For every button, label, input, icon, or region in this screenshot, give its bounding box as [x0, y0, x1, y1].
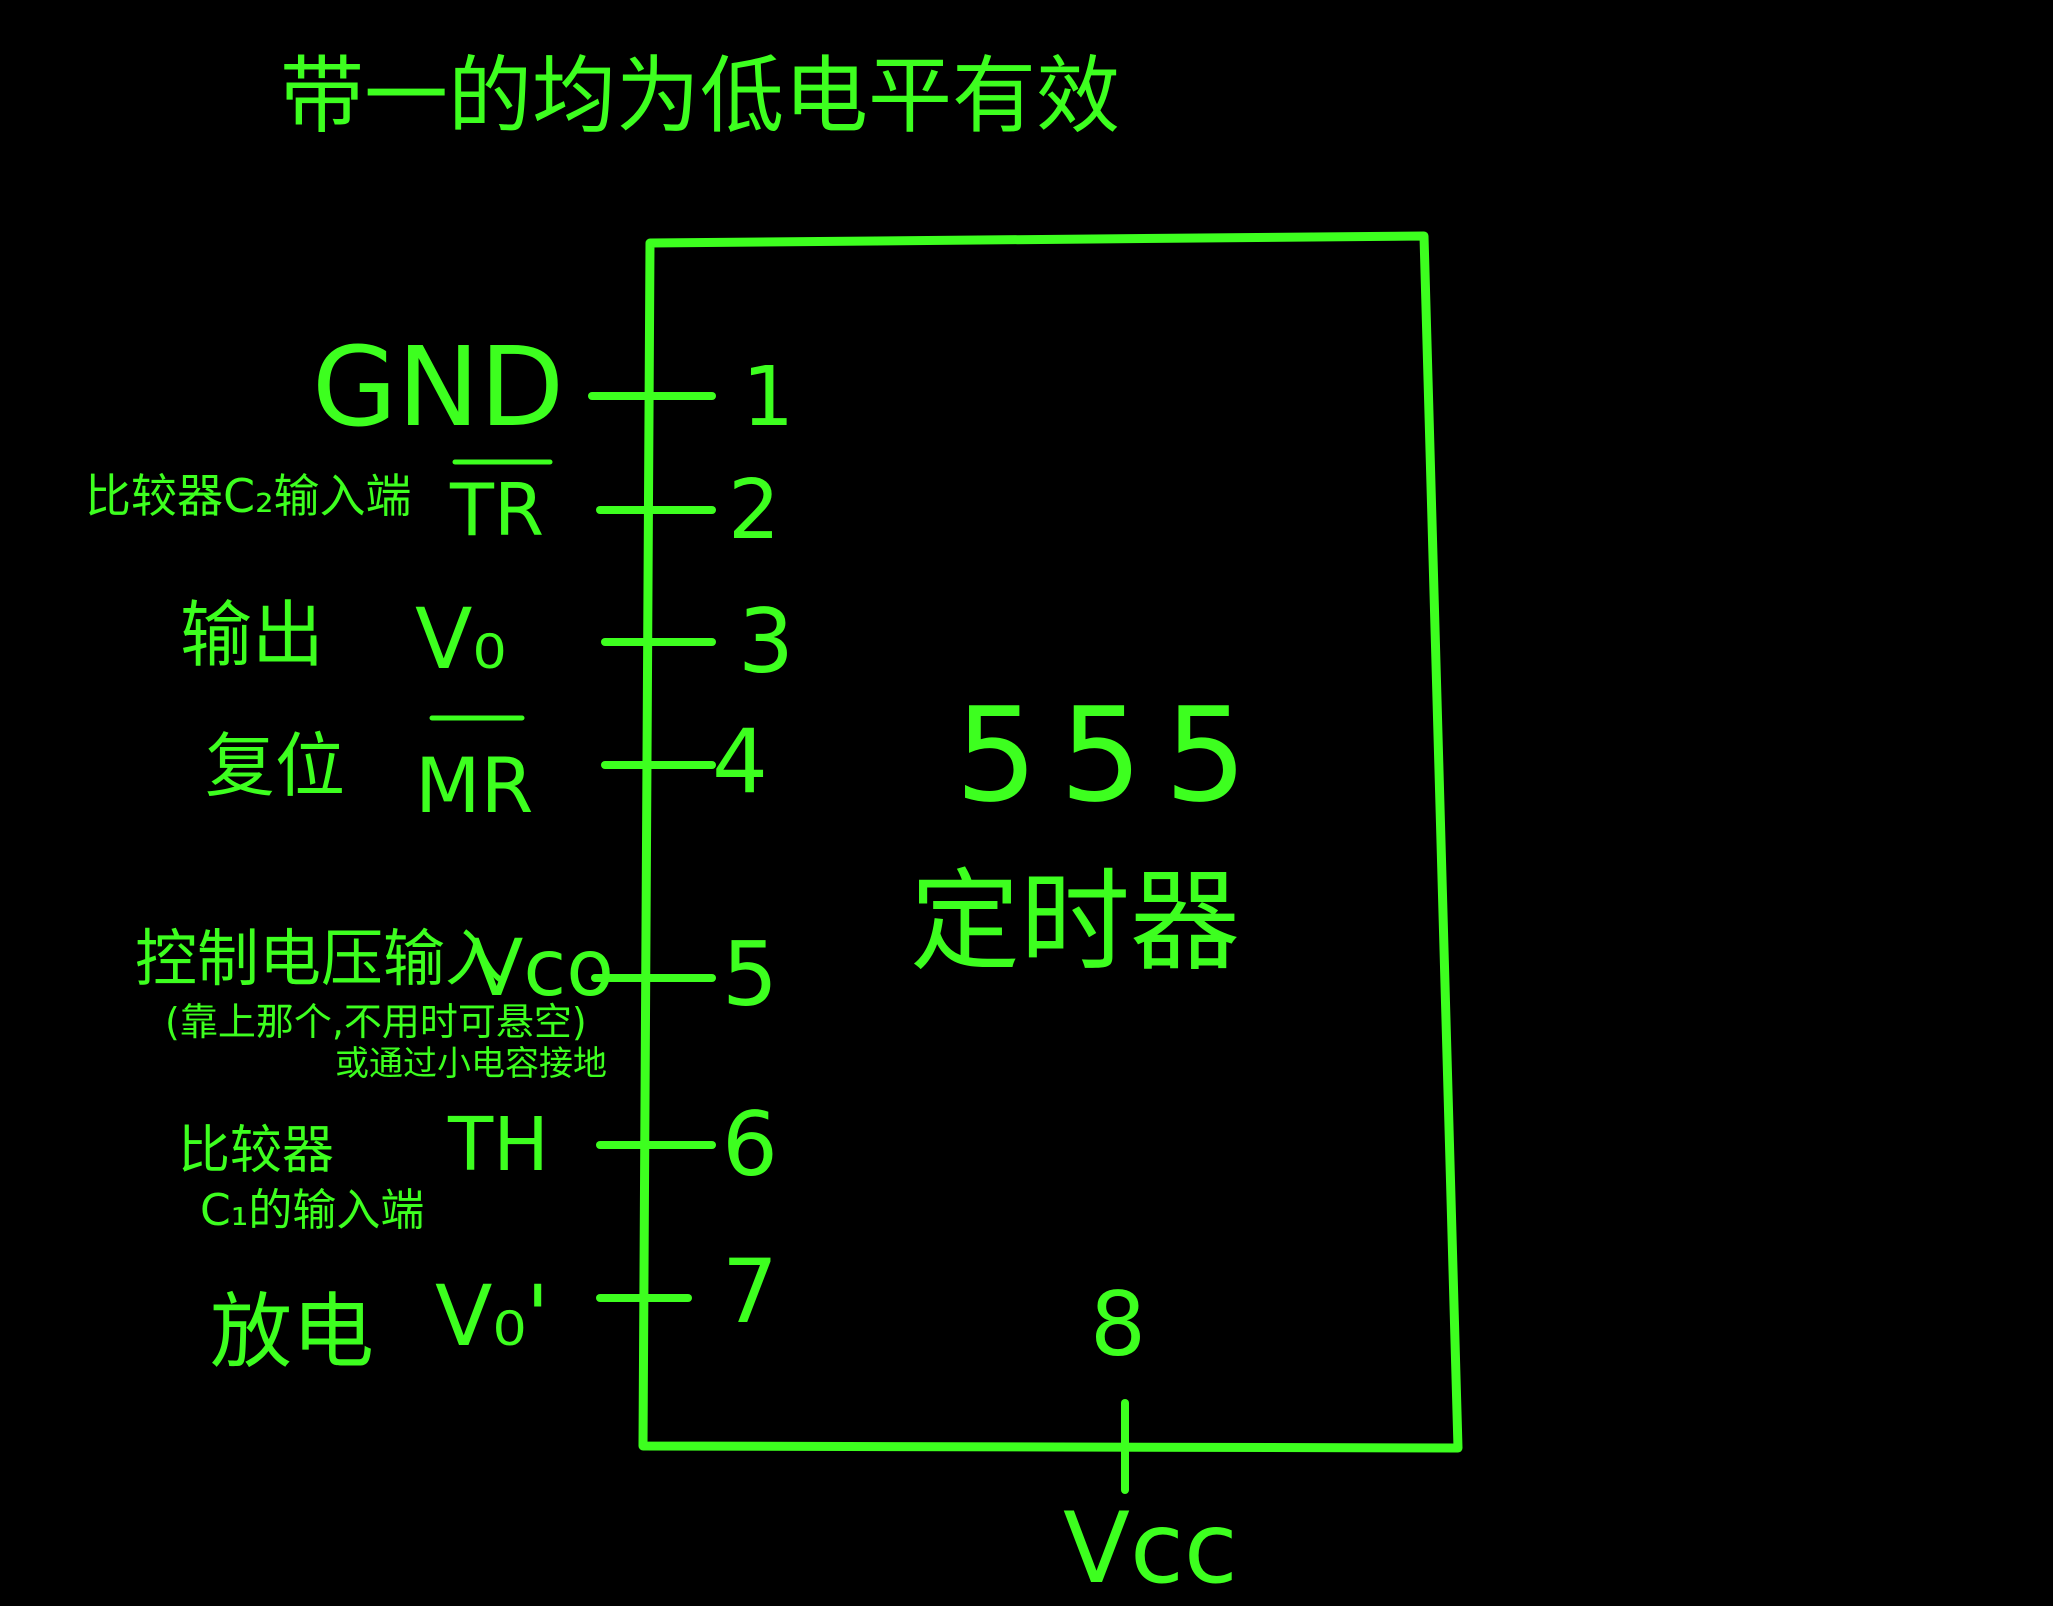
pin-1-signal: GND — [312, 323, 564, 451]
pin-6: 6 TH 比较器 C₁的输入端 — [178, 1093, 778, 1236]
pin-3: 3 V₀ 输出 — [180, 590, 794, 693]
pin-8-number: 8 — [1090, 1273, 1146, 1376]
pin-2-description: 比较器C₂输入端 — [85, 469, 412, 523]
ic-555-pinout-diagram: 带一的均为低电平有效 555 定时器 1 GND 2 TR 比较器C₂输入端 3… — [85, 47, 1463, 1606]
pin-4-signal: MR — [415, 741, 533, 830]
pin-7: 7 V₀' 放电 — [210, 1240, 778, 1380]
pin-6-description: 比较器 — [178, 1121, 334, 1181]
pin-6-number: 6 — [722, 1093, 778, 1196]
pin-5: 5 Vco 控制电压输入 (靠上那个,不用时可悬空) 或通过小电容接地 — [135, 922, 778, 1084]
pin-8: 8 Vcc — [1063, 1273, 1238, 1606]
pin-2-number: 2 — [728, 463, 780, 558]
pin-7-number: 7 — [722, 1240, 778, 1343]
pin-2: 2 TR 比较器C₂输入端 — [85, 459, 780, 558]
pin-4-number: 4 — [712, 710, 768, 813]
pin-6-description-line-2: C₁的输入端 — [200, 1185, 424, 1236]
pin-4-description: 复位 — [205, 725, 345, 807]
pin-4: 4 MR 复位 — [205, 710, 768, 830]
pin-7-signal: V₀' — [435, 1267, 549, 1365]
pin-5-description: 控制电压输入 — [135, 922, 507, 995]
diagram-title: 带一的均为低电平有效 — [280, 47, 1120, 145]
chip-name: 555 — [955, 679, 1269, 831]
pin-3-signal: V₀ — [415, 590, 506, 688]
pin-5-note-2: 或通过小电容接地 — [335, 1044, 607, 1084]
chip-subtitle: 定时器 — [910, 858, 1240, 986]
pin-1-number: 1 — [742, 350, 794, 445]
pin-5-note-1: (靠上那个,不用时可悬空) — [165, 1000, 587, 1044]
pin-5-number: 5 — [722, 923, 778, 1026]
pin-3-description: 输出 — [180, 593, 324, 677]
pin-1: 1 GND — [312, 323, 794, 451]
pin-7-description: 放电 — [210, 1285, 374, 1380]
pin-6-signal: TH — [447, 1102, 549, 1188]
pin-3-number: 3 — [738, 590, 794, 693]
pin-8-signal: Vcc — [1063, 1492, 1238, 1606]
pin-2-signal: TR — [449, 468, 544, 552]
diagram-canvas: 带一的均为低电平有效 555 定时器 1 GND 2 TR 比较器C₂输入端 3… — [0, 0, 2053, 1606]
